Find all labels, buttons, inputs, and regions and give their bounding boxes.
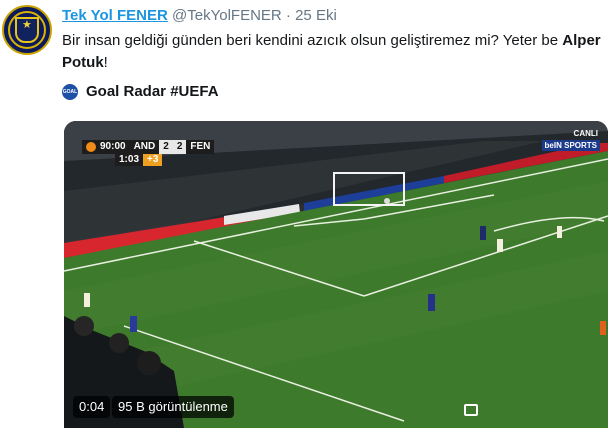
avatar[interactable]: ★ bbox=[2, 5, 52, 55]
video-timer: 0:04 bbox=[73, 396, 111, 418]
home-score: 2 bbox=[159, 140, 173, 154]
away-score: 2 bbox=[172, 140, 187, 154]
star-icon: ★ bbox=[22, 19, 32, 31]
tweet-header: Tek Yol FENER @TekYolFENER · 25 Eki bbox=[62, 7, 337, 25]
added-time-bar: 1:03 +3 bbox=[115, 154, 163, 166]
added-clock: 1:03 bbox=[115, 154, 144, 166]
media-attribution[interactable]: GOAL Goal Radar #UEFA bbox=[62, 82, 219, 102]
display-name-link[interactable]: Tek Yol FENER bbox=[62, 7, 168, 24]
video-player[interactable]: 90:00 AND 2 2 FEN 1:03 +3 CANLI beIN SPO… bbox=[64, 121, 608, 428]
bold-name-2: Potuk bbox=[62, 54, 104, 71]
match-clock: 90:00 bbox=[82, 140, 130, 154]
user-handle[interactable]: @TekYolFENER bbox=[172, 7, 282, 24]
live-label: CANLI bbox=[573, 129, 598, 138]
scoreboard: 90:00 AND 2 2 FEN bbox=[82, 140, 215, 154]
separator: · bbox=[285, 7, 291, 24]
captions-icon[interactable] bbox=[464, 404, 478, 416]
bold-name-1: Alper bbox=[562, 32, 601, 49]
away-team: FEN bbox=[186, 140, 215, 154]
channel-logo: beIN SPORTS bbox=[541, 140, 600, 151]
view-count: 95 B görüntülenme bbox=[112, 396, 234, 418]
tweet[interactable]: ★ Tek Yol FENER @TekYolFENER · 25 Eki Bi… bbox=[0, 0, 614, 428]
home-team: AND bbox=[129, 140, 160, 154]
tweet-timestamp[interactable]: 25 Eki bbox=[295, 7, 337, 24]
attribution-label[interactable]: Goal Radar #UEFA bbox=[86, 82, 219, 102]
goal-badge-icon: GOAL bbox=[62, 84, 78, 100]
tweet-text-end: ! bbox=[103, 54, 108, 71]
video-frame bbox=[64, 121, 608, 428]
tweet-text-body: Bir insan geldiği günden beri kendini az… bbox=[62, 32, 563, 49]
tweet-text: Bir insan geldiği günden beri kendini az… bbox=[62, 30, 602, 74]
added-time: +3 bbox=[143, 154, 163, 166]
